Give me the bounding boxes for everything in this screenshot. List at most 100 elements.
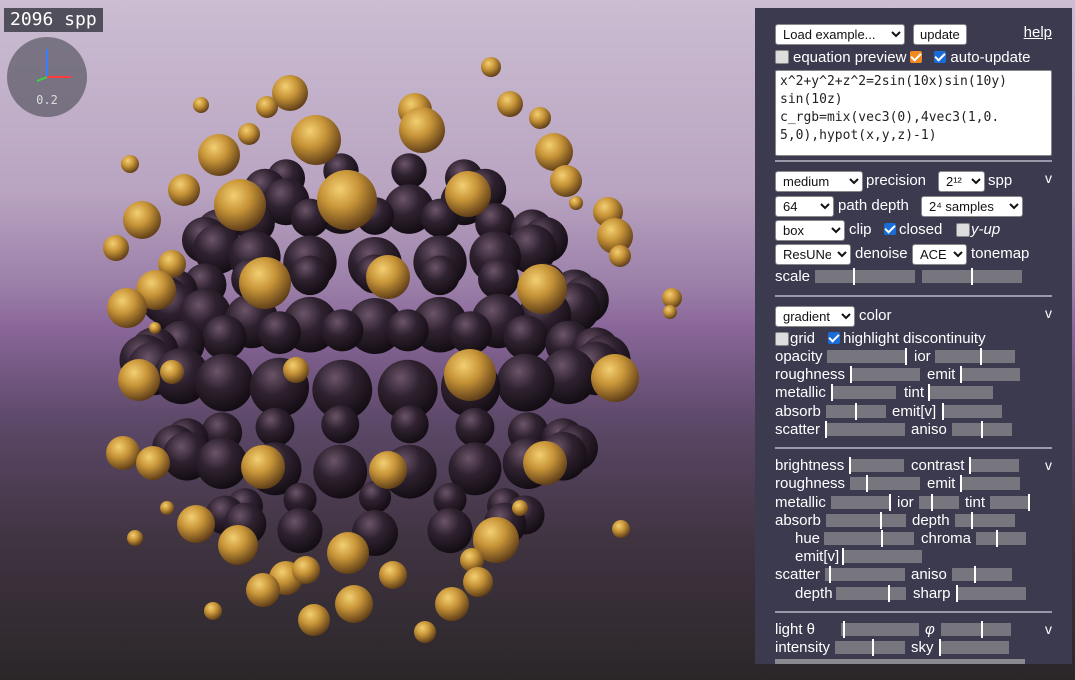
post-roughness-label: roughness [775,475,846,492]
ior-slider[interactable] [935,348,1015,365]
absorb-label: absorb [775,403,821,420]
render-viewport[interactable] [0,0,755,680]
gold-sphere [591,354,639,402]
collapse-post-icon[interactable]: v [1045,457,1052,473]
post-scatter-label: scatter [775,566,821,583]
gold-sphere [177,505,215,543]
equation-input[interactable]: x^2+y^2+z^2=2sin(10x)sin(10y) sin(10z) c… [775,70,1052,156]
dark-sphere [478,258,519,300]
brightness-slider[interactable] [849,457,904,474]
light-theta-slider[interactable] [841,621,919,638]
collapse-render-icon[interactable]: v [1045,170,1052,186]
dark-sphere [449,311,492,355]
light-phi-slider[interactable] [941,621,1011,638]
denoise-select[interactable]: ResUNet [775,244,851,265]
y-up-checkbox[interactable] [956,223,970,237]
gold-sphere [168,174,200,206]
scale-slider-2[interactable] [922,268,1022,285]
post-tint-slider[interactable] [990,494,1030,511]
gold-sphere [238,123,260,145]
dark-sphere [195,353,254,412]
post-scatter-slider[interactable] [825,566,905,583]
sharp-label: sharp [913,585,951,602]
update-button[interactable]: update [913,24,967,45]
gold-sphere [283,357,309,383]
clipped-slider-row [775,659,1025,664]
post-depth-slider[interactable] [955,512,1015,529]
scatter-label: scatter [775,421,821,438]
hue-label: hue [795,530,821,547]
metallic-label: metallic [775,384,826,401]
tonemap-select[interactable]: ACES [912,244,967,265]
scale-label: scale [775,268,811,285]
chroma-slider[interactable] [976,530,1026,547]
post-metallic-slider[interactable] [831,494,891,511]
sphere-cluster [103,57,682,643]
dark-sphere [391,153,427,189]
spp-select[interactable]: 2¹² [938,171,985,192]
gold-sphere [298,604,330,636]
gold-sphere [103,235,129,261]
sharp-slider[interactable] [956,585,1026,602]
gold-sphere [663,305,677,319]
preview-color-checkbox[interactable] [910,51,923,63]
control-panel: Load example... update help equation pre… [755,8,1072,664]
path-depth-select[interactable]: 64 [775,196,834,217]
gold-sphere [214,179,266,231]
spp-counter: 2096 spp [4,8,103,32]
equation-preview-checkbox[interactable] [775,50,789,64]
post-roughness-slider[interactable] [850,475,920,492]
closed-checkbox[interactable] [884,223,896,235]
y-up-label: y-up [971,221,1001,238]
emit-slider[interactable] [960,366,1020,383]
dark-sphere [455,407,495,447]
gold-sphere [463,567,493,597]
gold-sphere [569,196,583,210]
aniso-slider[interactable] [952,421,1012,438]
hue-slider[interactable] [824,530,914,547]
intensity-slider[interactable] [835,639,905,656]
post-depth2-slider[interactable] [836,585,906,602]
gold-sphere [121,155,139,173]
path-depth-label: path depth [838,197,909,214]
collapse-material-icon[interactable]: v [1045,305,1052,321]
absorb-slider[interactable] [826,403,886,420]
gold-sphere [523,441,567,485]
gold-sphere [149,322,161,334]
precision-select[interactable]: medium [775,171,863,192]
tint-slider[interactable] [928,384,993,401]
highlight-discontinuity-checkbox[interactable] [828,332,840,344]
sky-slider[interactable] [939,639,1009,656]
samples-select[interactable]: 2⁴ samples [921,196,1023,217]
auto-update-checkbox[interactable] [934,51,947,63]
collapse-lighting-icon[interactable]: v [1045,621,1052,637]
axis-gizmo[interactable]: 0.2 [7,37,87,117]
post-aniso-slider[interactable] [952,566,1012,583]
grid-checkbox[interactable] [775,332,789,346]
opacity-label: opacity [775,348,823,365]
post-absorb-slider[interactable] [826,512,906,529]
clip-select[interactable]: box [775,220,845,241]
post-ior-slider[interactable] [919,494,959,511]
opacity-slider[interactable] [827,348,907,365]
post-depth-label: depth [912,512,950,529]
gold-sphere [218,525,258,565]
post-emit-v-slider[interactable] [842,548,922,565]
metallic-slider[interactable] [831,384,896,401]
ior-label: ior [914,348,931,365]
contrast-slider[interactable] [969,457,1019,474]
post-emit-slider[interactable] [960,475,1020,492]
example-select[interactable]: Load example... [775,24,905,45]
scale-slider-1[interactable] [815,268,915,285]
color-mode-select[interactable]: gradient [775,306,855,327]
render-settings-section: v medium precision 2¹² spp 64 path depth… [775,160,1052,295]
help-link[interactable]: help [1024,24,1052,41]
emit-v-slider[interactable] [942,403,1002,420]
scatter-slider[interactable] [825,421,905,438]
post-emit-v-label: emit[v] [795,548,840,565]
roughness-slider[interactable] [850,366,920,383]
gold-sphere [256,96,278,118]
gold-sphere [529,107,551,129]
gold-sphere [609,245,631,267]
post-tint-label: tint [965,494,986,511]
